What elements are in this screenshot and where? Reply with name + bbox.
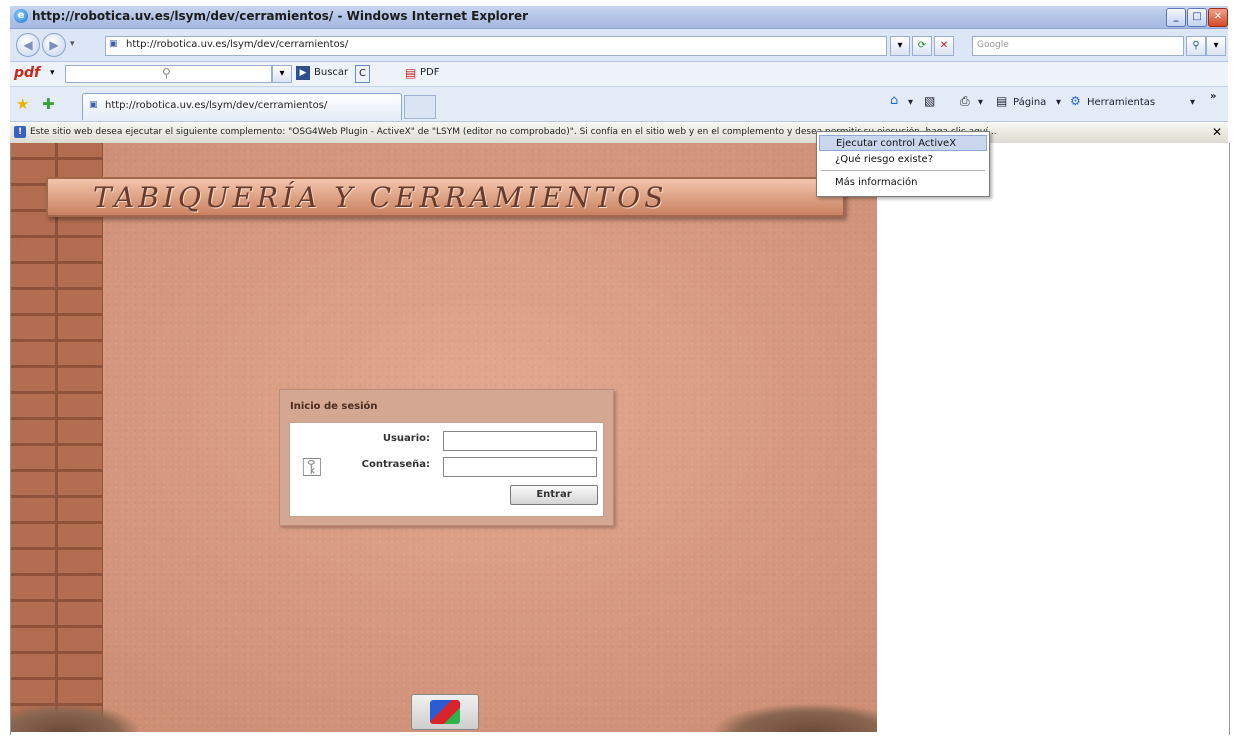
buscar-icon: ▶ [296,66,310,80]
keys-icon: ⚿ [302,453,322,483]
brick-wall-decoration [11,143,103,732]
search-icon[interactable]: ⚲ [1186,36,1206,56]
tab-page-icon: ▣ [89,100,98,110]
rubble-decoration-left [11,703,141,732]
login-panel: ⚿ Usuario: Contraseña: Entrar [289,422,604,517]
search-placeholder: Google [977,40,1009,50]
info-bar-text: Este sitio web desea ejecutar el siguien… [30,127,997,137]
tools-menu-chevron-icon[interactable]: ▾ [1190,97,1195,108]
pdf-file-icon: ▤ [405,66,417,80]
language-flag-button[interactable] [411,694,479,730]
refresh-icon[interactable]: ⟳ [912,36,932,56]
page-menu-icon: ▤ [996,94,1008,108]
password-label: Contraseña: [361,459,430,470]
print-icon[interactable]: ⎙ [960,94,970,109]
username-field[interactable] [443,431,597,451]
rubble-decoration-right [711,703,877,732]
buscar-button[interactable]: Buscar [314,65,348,81]
new-tab-button[interactable] [404,95,436,119]
login-button[interactable]: Entrar [510,485,598,505]
pdf-search-dropdown[interactable]: ▾ [272,65,292,83]
favorites-star-icon[interactable]: ★ [16,95,29,113]
tab-label: http://robotica.uv.es/lsym/dev/cerramien… [105,100,328,111]
info-shield-icon: ! [14,126,26,138]
pdf-button[interactable]: PDF [420,65,439,81]
site-title: TABIQUERÍA Y CERRAMIENTOS [93,181,668,214]
tabs-bar: ★ ✚ ▣ http://robotica.uv.es/lsym/dev/cer… [10,87,1228,122]
search-options-icon[interactable]: ▾ [1206,36,1226,56]
menu-item-what-risk[interactable]: ¿Qué riesgo existe? [819,152,987,168]
minimize-button[interactable]: _ [1166,8,1186,27]
stop-icon[interactable]: ✕ [934,36,954,56]
magnifier-icon: ⚲ [162,66,171,80]
window-bottom-edge [10,735,1228,744]
forward-button[interactable]: ▶ [42,33,66,57]
recent-pages-dropdown-icon[interactable]: ▾ [70,39,75,49]
close-info-bar-icon[interactable]: ✕ [1212,125,1222,139]
tab-cerramientos[interactable]: ▣ http://robotica.uv.es/lsym/dev/cerrami… [82,93,402,120]
menu-item-more-info[interactable]: Más información [819,175,987,191]
address-bar: ◀ ▶ ▾ ▣ http://robotica.uv.es/lsym/dev/c… [10,29,1228,62]
maximize-button[interactable]: □ [1187,8,1207,27]
internet-explorer-icon: e [14,9,28,23]
c-button[interactable]: C [355,65,370,83]
login-title: Inicio de sesión [290,401,378,412]
url-input[interactable]: ▣ http://robotica.uv.es/lsym/dev/cerrami… [105,36,887,56]
menu-separator [821,170,985,171]
flag-icon [430,700,460,724]
tools-menu-button[interactable]: Herramientas [1087,97,1155,108]
print-dropdown-icon[interactable]: ▾ [978,97,983,108]
page-menu-chevron-icon[interactable]: ▾ [1056,97,1061,108]
menu-item-run-activex[interactable]: Ejecutar control ActiveX [819,135,987,151]
pdf-logo[interactable]: pdf [14,65,40,81]
back-button[interactable]: ◀ [16,33,40,57]
login-dialog: Inicio de sesión ⚿ Usuario: Contraseña: … [279,389,614,526]
tools-gear-icon: ⚙ [1070,94,1081,108]
page-menu-button[interactable]: Página [1013,97,1046,108]
home-dropdown-icon[interactable]: ▾ [908,97,913,108]
site-banner: TABIQUERÍA Y CERRAMIENTOS [46,177,845,217]
page-background: TABIQUERÍA Y CERRAMIENTOS Inicio de sesi… [11,143,877,732]
window-title: http://robotica.uv.es/lsym/dev/cerramien… [32,9,529,23]
search-input[interactable]: Google [972,36,1184,56]
activex-info-bar[interactable]: ! Este sitio web desea ejecutar el sigui… [10,123,1228,144]
window-title-bar: e http://robotica.uv.es/lsym/dev/cerrami… [10,6,1228,29]
url-text: http://robotica.uv.es/lsym/dev/cerramien… [126,39,349,50]
pdf-menu-chevron-icon[interactable]: ▾ [50,68,55,78]
activex-context-menu: Ejecutar control ActiveX ¿Qué riesgo exi… [816,131,990,197]
close-button[interactable]: ✕ [1208,8,1228,27]
home-icon[interactable]: ⌂ [890,93,898,108]
url-dropdown-button[interactable]: ▾ [890,36,910,56]
user-label: Usuario: [382,433,430,444]
page-content: TABIQUERÍA Y CERRAMIENTOS Inicio de sesi… [10,143,1230,735]
pdf-toolbar: pdf ▾ ⚲ ▾ ▶ Buscar C ▤ PDF [10,62,1228,87]
page-icon: ▣ [109,39,118,49]
pdf-search-input[interactable]: ⚲ [65,65,272,83]
feeds-icon[interactable]: ▧ [924,94,935,108]
password-field[interactable] [443,457,597,477]
add-favorites-icon[interactable]: ✚ [42,95,55,113]
toolbar-overflow-icon[interactable]: » [1210,91,1216,102]
